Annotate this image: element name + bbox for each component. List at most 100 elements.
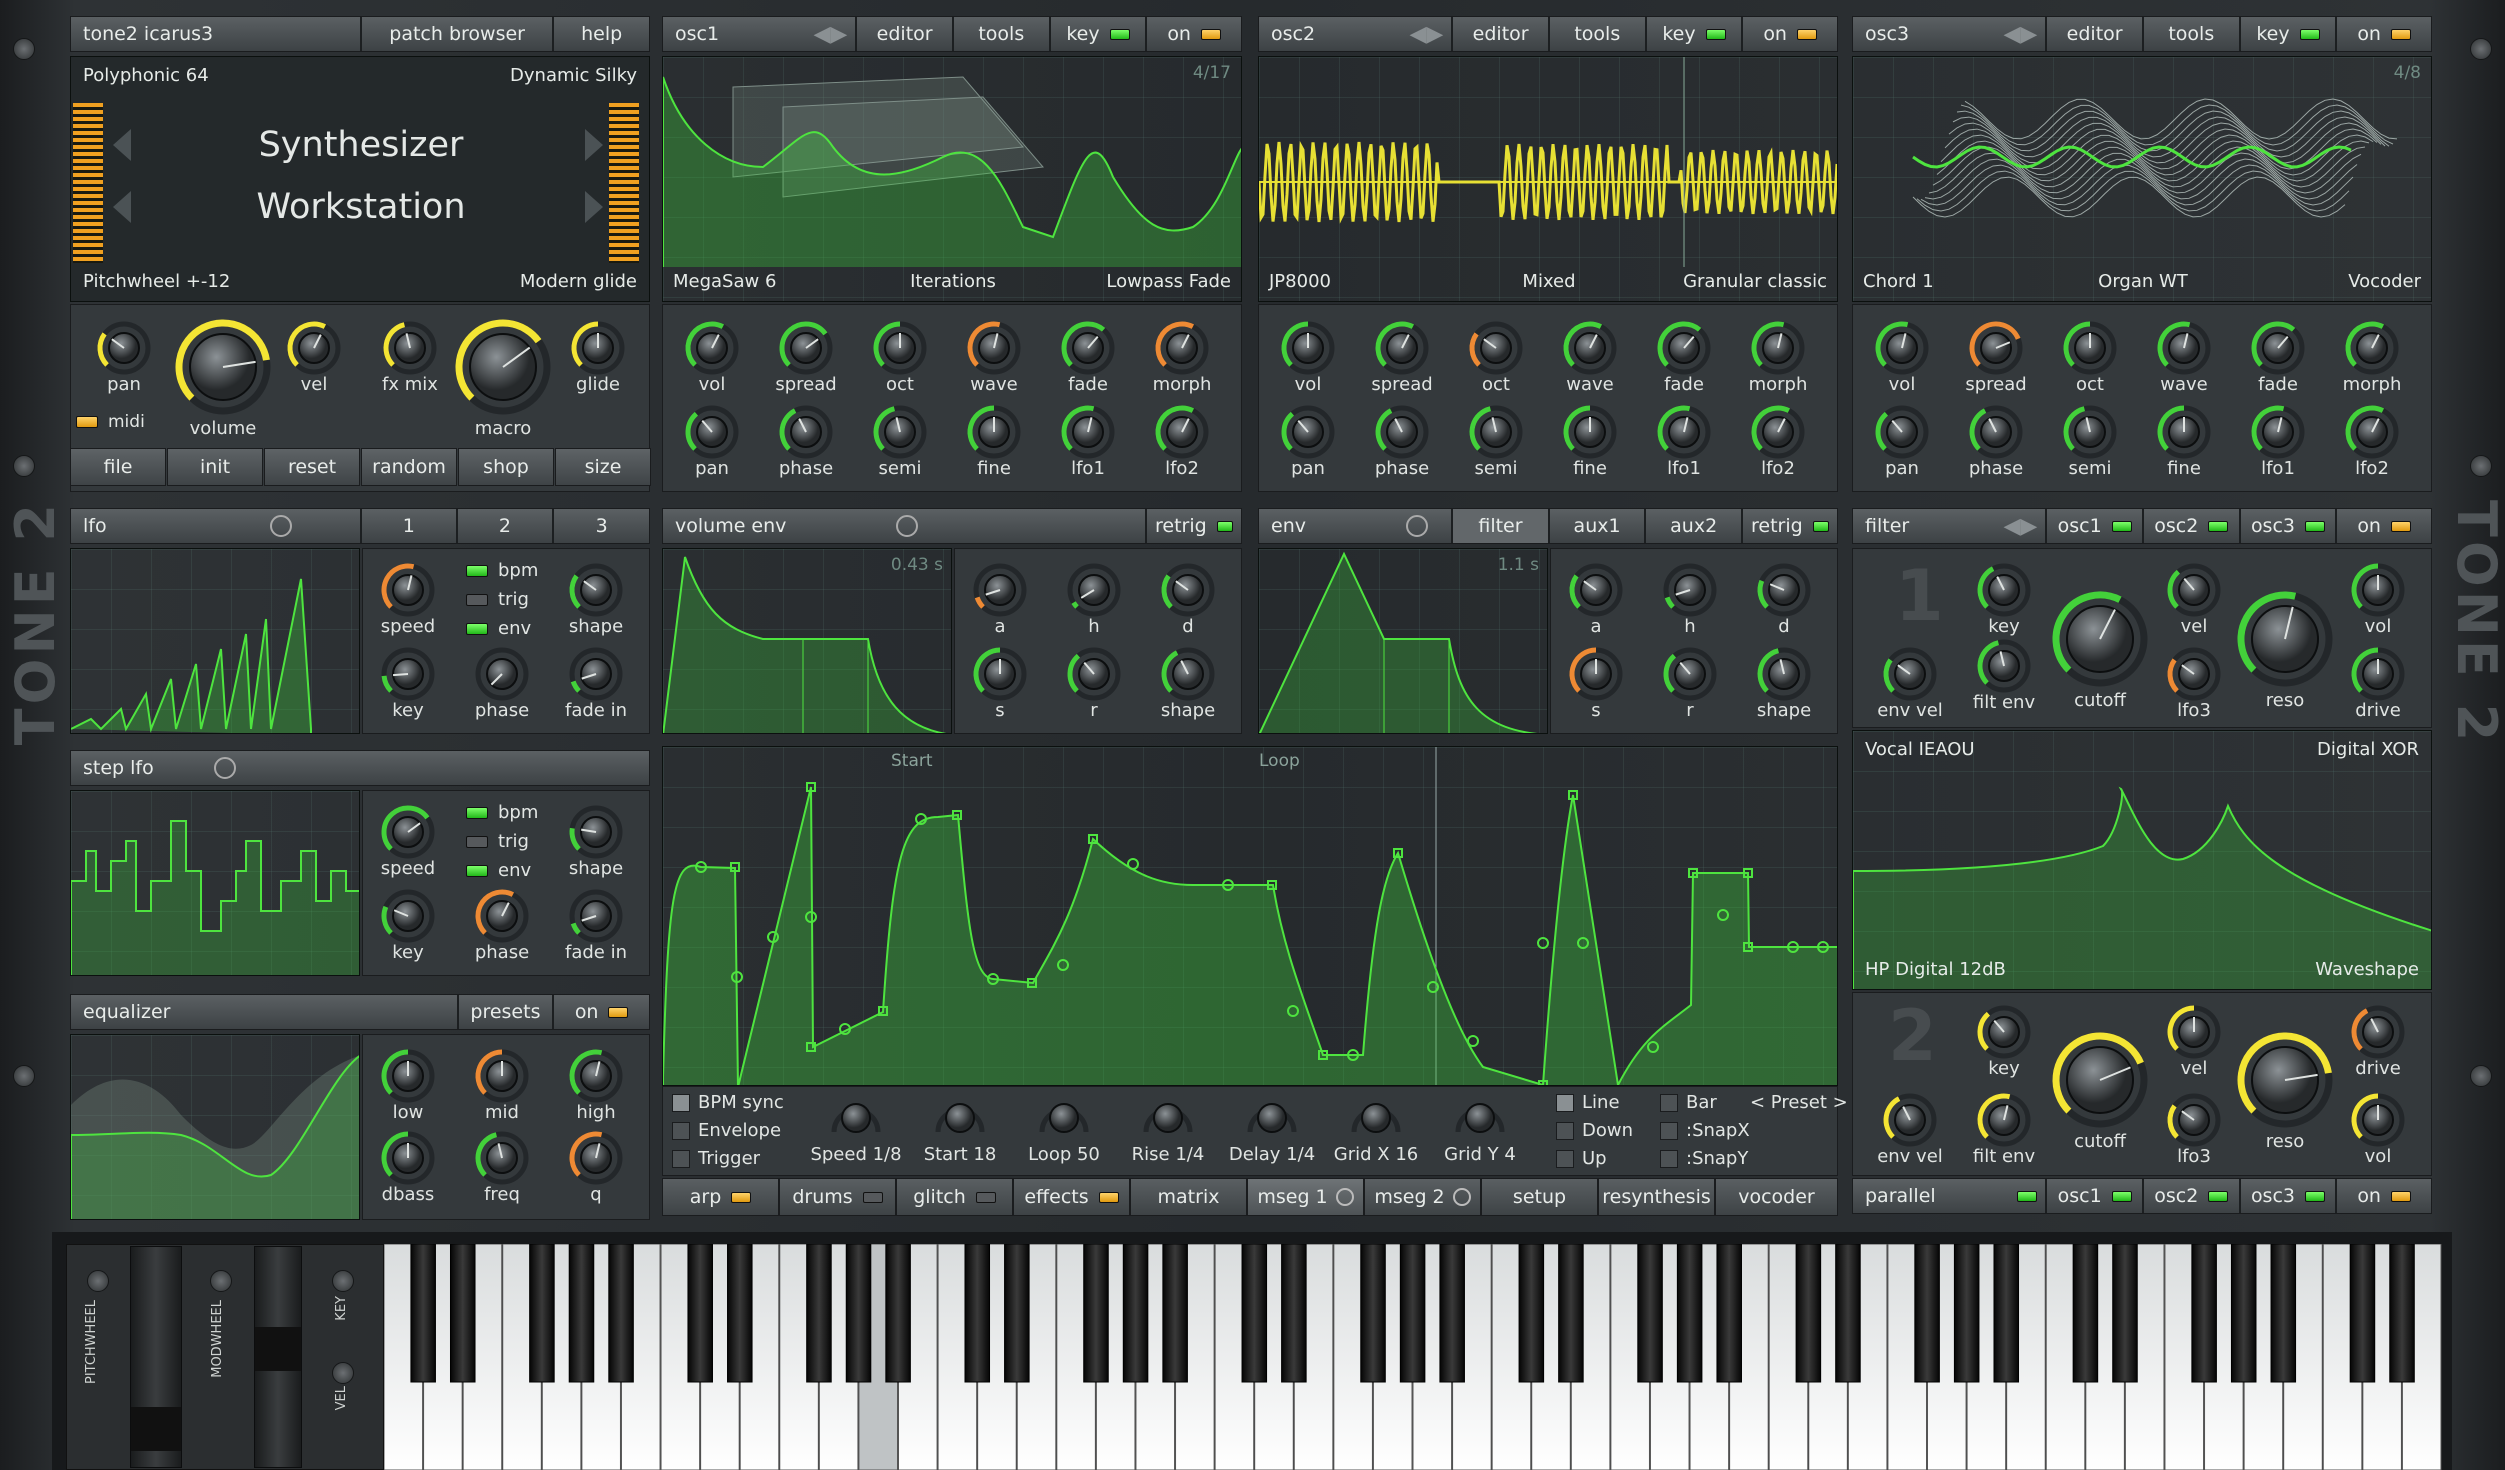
glide-mode[interactable]: Modern glide [520,271,637,292]
black-key[interactable] [1716,1244,1742,1383]
filter1-mode[interactable]: Digital XOR [2317,739,2419,760]
black-key[interactable] [806,1244,832,1383]
preset-right-top[interactable]: Dynamic Silky [510,65,637,86]
tab-arp[interactable]: arp [662,1178,779,1216]
osc1-display[interactable]: 4/17 MegaSaw 6 Iterations Lowpass Fade [662,56,1242,302]
preset-left-top[interactable]: Polyphonic 64 [83,65,209,86]
step-lfo-env-toggle[interactable]: env [466,860,531,881]
osc2-preset-3[interactable]: Granular classic [1683,271,1827,292]
osc1-nav-arrows-icon[interactable]: ◀▶ [813,22,847,47]
black-key[interactable] [1914,1244,1940,1383]
black-key[interactable] [1637,1244,1663,1383]
filter-on-toggle[interactable]: on [2335,509,2431,543]
black-key[interactable] [1676,1244,1703,1383]
mseg-bpm-sync-checkbox[interactable]: BPM sync [672,1092,784,1113]
osc3-key-toggle[interactable]: key [2238,17,2336,51]
osc1-editor-button[interactable]: editor [855,17,952,51]
piano-keyboard[interactable] [384,1244,2442,1470]
env-retrig[interactable]: retrig [1740,509,1837,543]
volume-env-target-icon[interactable] [896,515,919,537]
black-key[interactable] [1083,1244,1109,1383]
black-key[interactable] [885,1244,911,1383]
osc3-preset-3[interactable]: Vocoder [2348,271,2421,292]
mseg-snap-snapy[interactable]: :SnapY [1660,1148,1748,1169]
tab-resynthesis[interactable]: resynthesis [1598,1178,1715,1216]
black-key[interactable] [1281,1244,1307,1383]
osc2-editor-button[interactable]: editor [1451,17,1548,51]
size-button[interactable]: size [555,448,651,486]
black-key[interactable] [410,1244,436,1383]
osc3-on-toggle[interactable]: on [2335,17,2431,51]
mseg-snap-bar[interactable]: Bar [1660,1092,1717,1113]
black-key[interactable] [2270,1244,2297,1383]
lfo-tab-3[interactable]: 3 [552,509,649,543]
filter2-osc2-toggle[interactable]: osc2 [2141,1179,2239,1213]
black-key[interactable] [1004,1244,1030,1383]
volume-env-retrig[interactable]: retrig [1145,509,1241,543]
mseg-loop-50-knob[interactable] [1034,1092,1094,1147]
black-key[interactable] [1399,1244,1426,1383]
filter2-osc3-toggle[interactable]: osc3 [2238,1179,2336,1213]
black-key[interactable] [1795,1244,1822,1383]
mseg-start-18-knob[interactable] [930,1092,990,1147]
env-tab-filter[interactable]: filter [1451,509,1548,543]
lfo-display[interactable] [70,548,360,734]
mseg-snap-snapx[interactable]: :SnapX [1660,1120,1750,1141]
filter2-cutoff-knob[interactable] [2045,1025,2155,1140]
file-button[interactable]: file [70,448,166,486]
step-lfo-trig-toggle[interactable]: trig [466,831,529,852]
mseg-rise-1-4-knob[interactable] [1138,1092,1198,1147]
help-button[interactable]: help [552,17,649,51]
black-key[interactable] [964,1244,991,1383]
tab-mseg-2[interactable]: mseg 2 [1364,1178,1481,1216]
filter-routing-select[interactable]: parallel [1853,1179,2045,1213]
black-key[interactable] [2112,1244,2138,1383]
pitchwheel[interactable] [130,1246,182,1468]
tab-setup[interactable]: setup [1481,1178,1598,1216]
filter-nav-arrows-icon[interactable]: ◀▶ [2003,514,2037,539]
black-key[interactable] [1360,1244,1386,1383]
tab-effects[interactable]: effects [1013,1178,1130,1216]
tab-vocoder[interactable]: vocoder [1715,1178,1838,1216]
black-key[interactable] [529,1244,555,1383]
black-key[interactable] [687,1244,713,1383]
filter1-type[interactable]: Vocal IEAOU [1865,739,1975,760]
black-key[interactable] [2191,1244,2217,1383]
mseg-trigger-checkbox[interactable]: Trigger [672,1148,760,1169]
black-key[interactable] [727,1244,753,1383]
osc1-key-toggle[interactable]: key [1048,17,1146,51]
vel-mod-icon[interactable] [332,1362,354,1384]
osc3-nav-arrows-icon[interactable]: ◀▶ [2003,22,2037,47]
filter-osc1-toggle[interactable]: osc1 [2045,509,2142,543]
volume-env-display[interactable]: 0.43 s [662,548,952,734]
tab-glitch[interactable]: glitch [896,1178,1013,1216]
black-key[interactable] [1558,1244,1584,1383]
modwheel-handle[interactable] [255,1327,301,1371]
filter2-type[interactable]: HP Digital 12dB [1865,959,2006,980]
osc2-tools-button[interactable]: tools [1547,17,1645,51]
filter-osc2-toggle[interactable]: osc2 [2141,509,2239,543]
patch-name[interactable]: tone2 icarus3 [71,17,360,51]
mseg-envelope-checkbox[interactable]: Envelope [672,1120,781,1141]
filter-display[interactable]: Vocal IEAOU Digital XOR HP Digital 12dB … [1852,730,2432,990]
mseg-speed-1-8-knob[interactable] [826,1092,886,1147]
pitchwheel-mod-icon[interactable] [87,1270,109,1292]
step-lfo-target-icon[interactable] [213,757,236,779]
eq-display[interactable] [70,1034,360,1220]
random-button[interactable]: random [361,448,457,486]
mseg-grid-y-4-knob[interactable] [1450,1092,1510,1147]
reset-button[interactable]: reset [264,448,360,486]
modwheel-mod-icon[interactable] [210,1270,232,1292]
black-key[interactable] [1518,1244,1545,1383]
black-key[interactable] [2230,1244,2257,1383]
lfo-env-toggle[interactable]: env [466,618,531,639]
filter1-cutoff-knob[interactable] [2045,584,2155,699]
osc1-preset-3[interactable]: Lowpass Fade [1106,271,1231,292]
black-key[interactable] [1439,1244,1465,1383]
eq-presets-button[interactable]: presets [456,995,553,1029]
env-target-icon[interactable] [1405,515,1428,537]
black-key[interactable] [2389,1244,2415,1383]
black-key[interactable] [1835,1244,1861,1383]
black-key[interactable] [2072,1244,2099,1383]
osc3-editor-button[interactable]: editor [2045,17,2142,51]
